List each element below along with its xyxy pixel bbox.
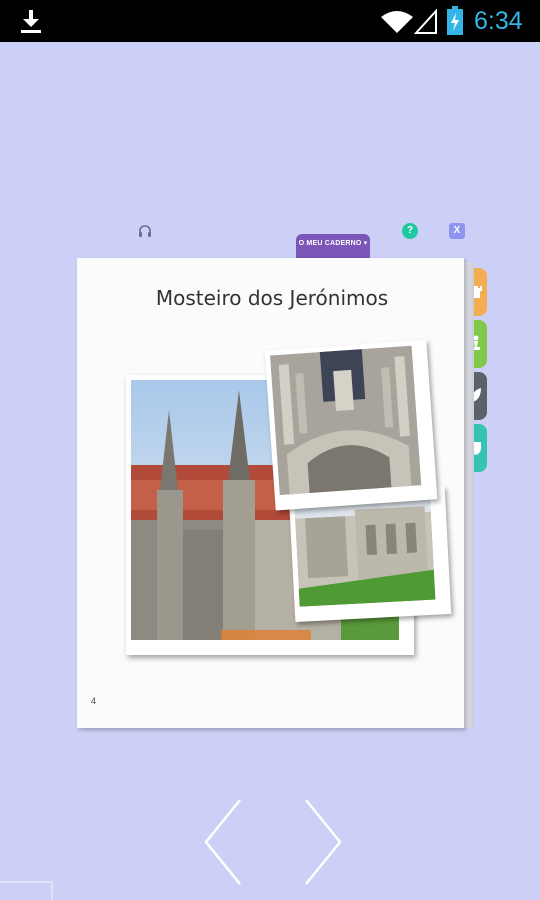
wifi-icon — [381, 11, 413, 33]
portal-photo — [264, 339, 438, 511]
download-icon — [21, 10, 41, 33]
signal-icon — [414, 9, 437, 34]
next-page-arrow[interactable] — [300, 796, 344, 888]
page-title: Mosteiro dos Jerónimos — [155, 286, 389, 310]
my-notebook-tab[interactable]: O MEU CADERNO ▾ — [296, 234, 370, 258]
headphones-icon[interactable] — [137, 223, 153, 239]
battery-icon — [447, 6, 463, 35]
close-icon[interactable]: X — [449, 223, 465, 239]
clock: 6:34 — [474, 7, 523, 35]
previous-page-arrow[interactable] — [202, 796, 246, 888]
page-number: 4 — [91, 696, 97, 706]
corner-decoration — [0, 881, 53, 900]
help-icon[interactable]: ? — [402, 223, 418, 239]
page-edge — [464, 262, 474, 728]
status-bar: 6:34 — [0, 0, 540, 42]
